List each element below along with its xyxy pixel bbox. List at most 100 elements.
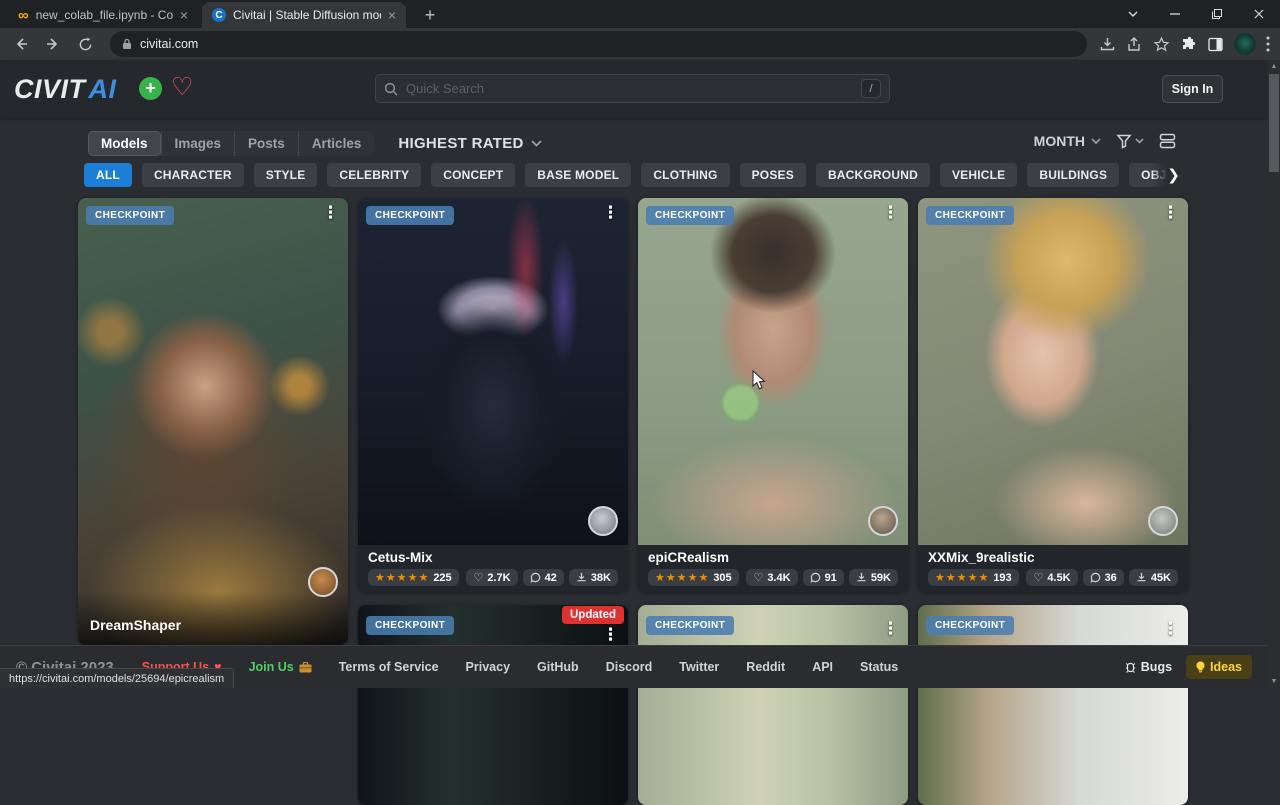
civitai-logo[interactable]: CIVITAI bbox=[14, 74, 117, 105]
maximize-button[interactable] bbox=[1196, 0, 1238, 28]
bugs-button[interactable]: Bugs bbox=[1125, 660, 1172, 674]
card-menu-kebab-icon[interactable]: ⋮ bbox=[1162, 203, 1179, 223]
footer-link-api[interactable]: API bbox=[812, 660, 833, 674]
layout-toggle-button[interactable] bbox=[1159, 133, 1176, 149]
card-menu-kebab-icon[interactable]: ⋮ bbox=[1162, 619, 1179, 639]
lock-icon bbox=[122, 38, 132, 50]
extensions-puzzle-icon[interactable] bbox=[1180, 36, 1197, 53]
card-menu-kebab-icon[interactable]: ⋮ bbox=[882, 619, 899, 639]
chip-all[interactable]: ALL bbox=[84, 163, 132, 187]
card-menu-kebab-icon[interactable]: ⋮ bbox=[602, 625, 619, 645]
chip-vehicle[interactable]: VEHICLE bbox=[940, 163, 1017, 187]
address-bar[interactable]: civitai.com bbox=[110, 31, 1087, 57]
download-icon bbox=[1136, 572, 1147, 583]
comments-count: 36 bbox=[1105, 572, 1117, 584]
footer-link-discord[interactable]: Discord bbox=[606, 660, 653, 674]
chip-buildings[interactable]: BUILDINGS bbox=[1027, 163, 1119, 187]
side-panel-icon[interactable] bbox=[1207, 36, 1224, 53]
likes-count: 2.7K bbox=[487, 572, 510, 584]
period-label: MONTH bbox=[1034, 133, 1085, 149]
chip-base-model[interactable]: BASE MODEL bbox=[525, 163, 631, 187]
footer-link-github[interactable]: GitHub bbox=[537, 660, 579, 674]
forward-button[interactable] bbox=[40, 31, 66, 57]
ideas-button[interactable]: Ideas bbox=[1186, 655, 1252, 679]
tab-close-icon[interactable]: × bbox=[388, 8, 396, 22]
search-input[interactable] bbox=[406, 81, 853, 96]
card-menu-kebab-icon[interactable]: ⋮ bbox=[602, 203, 619, 223]
url-text: civitai.com bbox=[140, 37, 198, 51]
card-menu-kebab-icon[interactable]: ⋮ bbox=[322, 203, 339, 223]
rating-count: 225 bbox=[433, 572, 451, 584]
scroll-up-arrow[interactable]: ▲ bbox=[1268, 60, 1280, 73]
chip-character[interactable]: CHARACTER bbox=[142, 163, 244, 187]
chip-concept[interactable]: CONCEPT bbox=[431, 163, 515, 187]
stat-pill-group: ♡4.5K 36 45K bbox=[1026, 569, 1178, 586]
tab-articles[interactable]: Articles bbox=[298, 131, 375, 156]
quick-search-box[interactable]: / bbox=[375, 74, 890, 103]
new-tab-button[interactable]: + bbox=[418, 4, 442, 26]
sort-dropdown[interactable]: HIGHEST RATED bbox=[398, 135, 541, 152]
model-card-epicrealism[interactable]: CHECKPOINT ⋮ epiCRealism ★★★★★ 305 ♡3.4K… bbox=[638, 198, 908, 592]
scroll-down-arrow[interactable]: ▼ bbox=[1268, 675, 1280, 688]
model-card-partial-3[interactable]: CHECKPOINT ⋮ bbox=[918, 605, 1188, 805]
tab-close-icon[interactable]: × bbox=[180, 8, 188, 22]
toolbar-icons bbox=[1099, 33, 1272, 55]
scrollbar-thumb[interactable] bbox=[1269, 74, 1279, 172]
close-window-button[interactable] bbox=[1238, 0, 1280, 28]
browser-tab-civitai[interactable]: C Civitai | Stable Diffusion models, × bbox=[202, 2, 406, 28]
footer-link-status[interactable]: Status bbox=[860, 660, 898, 674]
period-dropdown[interactable]: MONTH bbox=[1034, 133, 1101, 149]
chips-scroll-right-button[interactable]: ❯ bbox=[1152, 163, 1180, 187]
chevron-down-icon bbox=[1135, 138, 1144, 144]
tab-posts[interactable]: Posts bbox=[234, 131, 298, 156]
creator-avatar[interactable] bbox=[1148, 506, 1178, 536]
footer-link-terms[interactable]: Terms of Service bbox=[339, 660, 439, 674]
content-type-tabs: Models Images Posts Articles bbox=[88, 131, 374, 156]
tab-models[interactable]: Models bbox=[88, 131, 161, 156]
download-icon[interactable] bbox=[1099, 36, 1116, 53]
browser-tab-colab[interactable]: ∞ new_colab_file.ipynb - Colaborat × bbox=[8, 2, 198, 28]
creator-avatar[interactable] bbox=[308, 567, 338, 597]
chip-style[interactable]: STYLE bbox=[254, 163, 318, 187]
model-card-image bbox=[358, 198, 628, 545]
comment-icon bbox=[530, 572, 541, 583]
bookmark-star-icon[interactable] bbox=[1153, 36, 1170, 53]
logo-text-civit: CIVIT bbox=[14, 74, 86, 105]
card-menu-kebab-icon[interactable]: ⋮ bbox=[882, 203, 899, 223]
chip-celebrity[interactable]: CELEBRITY bbox=[327, 163, 421, 187]
chip-poses[interactable]: POSES bbox=[740, 163, 806, 187]
back-button[interactable] bbox=[8, 31, 34, 57]
model-card-dreamshaper[interactable]: CHECKPOINT ⋮ DreamShaper bbox=[78, 198, 348, 645]
upload-plus-button[interactable]: + bbox=[139, 77, 162, 100]
likes-count: 4.5K bbox=[1047, 572, 1070, 584]
downloads-pill: 45K bbox=[1129, 569, 1178, 586]
footer-link-reddit[interactable]: Reddit bbox=[746, 660, 785, 674]
chip-background[interactable]: BACKGROUND bbox=[816, 163, 930, 187]
creator-avatar[interactable] bbox=[868, 506, 898, 536]
browser-menu-kebab-icon[interactable] bbox=[1266, 36, 1270, 52]
page-scrollbar[interactable]: ▲ ▼ bbox=[1268, 60, 1280, 688]
tab-search-icon[interactable] bbox=[1112, 0, 1154, 28]
chip-clothing[interactable]: CLOTHING bbox=[641, 163, 729, 187]
model-card-xxmix-9realistic[interactable]: CHECKPOINT ⋮ XXMix_9realistic ★★★★★ 193 … bbox=[918, 198, 1188, 592]
model-card-partial-1[interactable]: CHECKPOINT Updated ⋮ bbox=[358, 605, 628, 805]
bugs-label: Bugs bbox=[1141, 660, 1172, 674]
reload-button[interactable] bbox=[72, 31, 98, 57]
share-icon[interactable] bbox=[1126, 36, 1143, 53]
browser-profile-avatar[interactable] bbox=[1234, 33, 1256, 55]
favorites-heart-icon[interactable]: ♡ bbox=[171, 72, 193, 102]
sign-in-button[interactable]: Sign In bbox=[1162, 75, 1223, 103]
model-card-cetus-mix[interactable]: CHECKPOINT ⋮ Cetus-Mix ★★★★★ 225 ♡2.7K 4… bbox=[358, 198, 628, 592]
footer-link-twitter[interactable]: Twitter bbox=[679, 660, 719, 674]
heart-icon: ♡ bbox=[753, 571, 763, 584]
tab-images[interactable]: Images bbox=[161, 131, 235, 156]
model-card-partial-2[interactable]: CHECKPOINT ⋮ bbox=[638, 605, 908, 805]
footer-link-privacy[interactable]: Privacy bbox=[466, 660, 510, 674]
comments-pill: 42 bbox=[523, 569, 564, 586]
card-stats: ★★★★★ 305 ♡3.4K 91 59K bbox=[648, 569, 898, 586]
star-rating-icon: ★★★★★ bbox=[375, 571, 429, 584]
minimize-button[interactable] bbox=[1154, 0, 1196, 28]
filter-funnel-button[interactable] bbox=[1116, 133, 1144, 149]
footer-link-join-us[interactable]: Join Us bbox=[249, 660, 312, 674]
creator-avatar[interactable] bbox=[588, 506, 618, 536]
